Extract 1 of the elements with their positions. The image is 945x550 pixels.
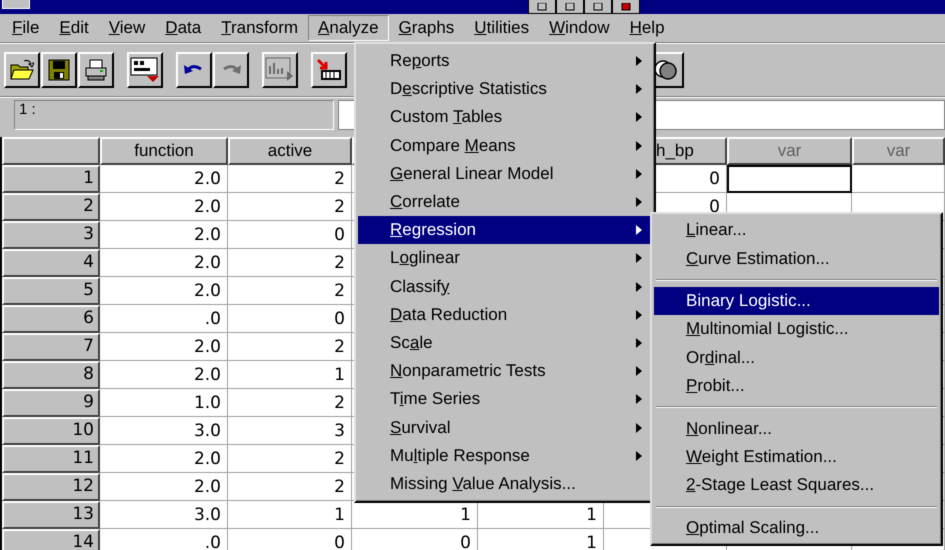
- cell-reference: 1 :: [14, 100, 334, 130]
